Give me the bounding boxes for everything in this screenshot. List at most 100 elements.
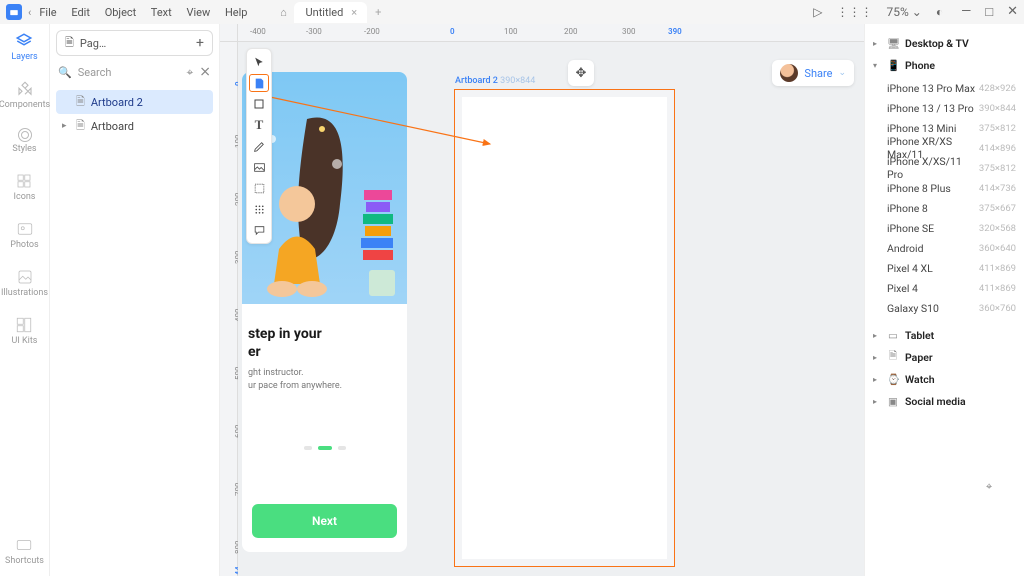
nav-uikits[interactable]: UI Kits (12, 316, 38, 346)
menu-object[interactable]: Object (105, 6, 137, 19)
preset-category-watch[interactable]: ▸ ⌚ Watch (873, 368, 1016, 390)
nav-styles[interactable]: Styles (12, 128, 36, 154)
artboard-2-frame[interactable]: Artboard 2 390×844 (454, 89, 675, 567)
menu-view[interactable]: View (186, 6, 210, 19)
nav-layers[interactable]: Layers (11, 32, 37, 62)
preset-category-social[interactable]: ▸ ▣ Social media (873, 390, 1016, 412)
watch-icon: ⌚ (887, 373, 899, 386)
dark-mode-icon[interactable]: ◐ (936, 5, 943, 19)
device-preset[interactable]: iPhone 8375×667 (887, 198, 1016, 218)
back-icon[interactable]: ‹ (28, 6, 31, 19)
device-preset[interactable]: iPhone 8 Plus414×736 (887, 178, 1016, 198)
search-icon: 🔍 (58, 66, 72, 79)
minimize-icon[interactable]: — (961, 4, 971, 20)
device-preset[interactable]: iPhone 13 / 13 Pro390×844 (887, 98, 1016, 118)
chevron-right-icon: ▸ (62, 121, 70, 131)
share-button[interactable]: Share ⌄ (772, 60, 854, 86)
chevron-down-icon: ▾ (873, 61, 881, 70)
nav-shortcuts[interactable]: Shortcuts (5, 536, 44, 566)
add-page-icon[interactable]: + (196, 35, 204, 51)
page-selector[interactable]: 🗎Pag… + (56, 30, 213, 56)
document-tabs: ⌂ Untitled × + (274, 2, 382, 23)
chevron-right-icon: ▸ (873, 331, 881, 340)
menu-file[interactable]: File (39, 6, 56, 19)
layer-search[interactable]: 🔍 Search (58, 66, 181, 79)
device-preset[interactable]: iPhone 13 Pro Max428×926 (887, 78, 1016, 98)
layer-artboard-2[interactable]: 🗎 Artboard 2 (56, 90, 213, 114)
device-preset[interactable]: iPhone SE320×568 (887, 218, 1016, 238)
user-avatar (780, 64, 798, 82)
cursor-icon: ⌖ (986, 480, 992, 494)
play-icon[interactable]: ▷ (813, 5, 822, 19)
tool-palette: T (246, 48, 272, 244)
top-menu-bar: ‹ File Edit Object Text View Help ⌂ Unti… (0, 0, 1024, 24)
device-presets-panel: ▸ 🖥 Desktop & TV ▾ 📱 Phone iPhone 13 Pro… (864, 24, 1024, 576)
preset-category-tablet[interactable]: ▸ ▭ Tablet (873, 324, 1016, 346)
app-logo[interactable] (6, 4, 22, 20)
component-tool[interactable] (249, 179, 269, 197)
preset-category-paper[interactable]: ▸ 🗎 Paper (873, 346, 1016, 368)
home-tab-icon[interactable]: ⌂ (274, 6, 294, 19)
new-tab-icon[interactable]: + (375, 6, 381, 19)
pen-tool[interactable] (249, 137, 269, 155)
preset-category-desktop[interactable]: ▸ 🖥 Desktop & TV (873, 32, 1016, 54)
nav-photos[interactable]: Photos (10, 220, 38, 250)
text-tool[interactable]: T (249, 116, 269, 134)
device-preset[interactable]: Pixel 4 XL411×869 (887, 258, 1016, 278)
shortcuts-icon (15, 536, 33, 554)
layers-icon (15, 32, 33, 50)
desktop-icon: 🖥 (887, 37, 899, 50)
image-tool[interactable] (249, 158, 269, 176)
maximize-icon[interactable]: □ (985, 4, 993, 20)
grid-tool[interactable] (249, 200, 269, 218)
artboard-icon: 🗎 (76, 93, 85, 112)
canvas[interactable]: T ✥ Share (238, 42, 864, 576)
menu-edit[interactable]: Edit (71, 6, 90, 19)
preset-category-phone[interactable]: ▾ 📱 Phone (873, 54, 1016, 76)
device-preset[interactable]: Android360×640 (887, 238, 1016, 258)
paper-icon: 🗎 (887, 348, 899, 366)
tab-title: Untitled (306, 6, 344, 19)
photos-icon (16, 220, 34, 238)
nav-illustrations[interactable]: Illustrations (1, 268, 48, 298)
device-preset[interactable]: iPhone X/XS/11 Pro375×812 (887, 158, 1016, 178)
left-nav-strip: Layers Components Styles Icons Photos Il… (0, 24, 50, 576)
chevron-down-icon: ⌄ (838, 68, 846, 78)
chevron-right-icon: ▸ (873, 353, 881, 362)
vertical-ruler: 0100200300400500600700800844 (220, 42, 238, 576)
close-window-icon[interactable]: ✕ (1007, 4, 1018, 20)
select-tool[interactable] (249, 53, 269, 71)
nav-components[interactable]: Components (0, 80, 50, 110)
comment-tool[interactable] (249, 221, 269, 239)
close-tab-icon[interactable]: × (351, 6, 357, 19)
mock-next-button: Next (252, 504, 397, 538)
menu-help[interactable]: Help (225, 6, 248, 19)
artboard-tool[interactable] (249, 74, 269, 92)
menu-text[interactable]: Text (151, 6, 172, 19)
device-preset[interactable]: Galaxy S10360×760 (887, 298, 1016, 318)
icons-icon (15, 172, 33, 190)
snap-indicator-icon[interactable]: ✥ (568, 60, 594, 86)
uikits-icon (15, 316, 33, 334)
target-icon[interactable]: ⌖ (187, 65, 194, 80)
rectangle-tool[interactable] (249, 95, 269, 113)
document-tab[interactable]: Untitled × (294, 2, 368, 23)
device-preset[interactable]: Pixel 4411×869 (887, 278, 1016, 298)
tablet-icon: ▭ (887, 329, 899, 342)
phone-icon: 📱 (887, 59, 899, 72)
menu-items: File Edit Object Text View Help (39, 6, 259, 19)
layer-artboard[interactable]: ▸ 🗎 Artboard (56, 114, 213, 138)
zoom-level[interactable]: 75% ⌄ (887, 5, 922, 19)
mock-heading: step in yourer (248, 326, 401, 361)
grid-icon[interactable]: ⋮⋮⋮ (837, 5, 873, 19)
layer-tree: 🗎 Artboard 2 ▸ 🗎 Artboard (56, 90, 213, 138)
nav-icons[interactable]: Icons (14, 172, 36, 202)
chevron-right-icon: ▸ (873, 39, 881, 48)
horizontal-ruler: -400-300-2000100200300390 (238, 24, 864, 42)
page-icon: 🗎 (65, 34, 74, 53)
chevron-right-icon: ▸ (873, 375, 881, 384)
canvas-area: -400-300-2000100200300390 01002003004005… (220, 24, 864, 576)
styles-icon (18, 128, 32, 142)
collapse-panel-icon[interactable]: ⨯ (199, 64, 211, 80)
plant-illustration (369, 270, 395, 296)
